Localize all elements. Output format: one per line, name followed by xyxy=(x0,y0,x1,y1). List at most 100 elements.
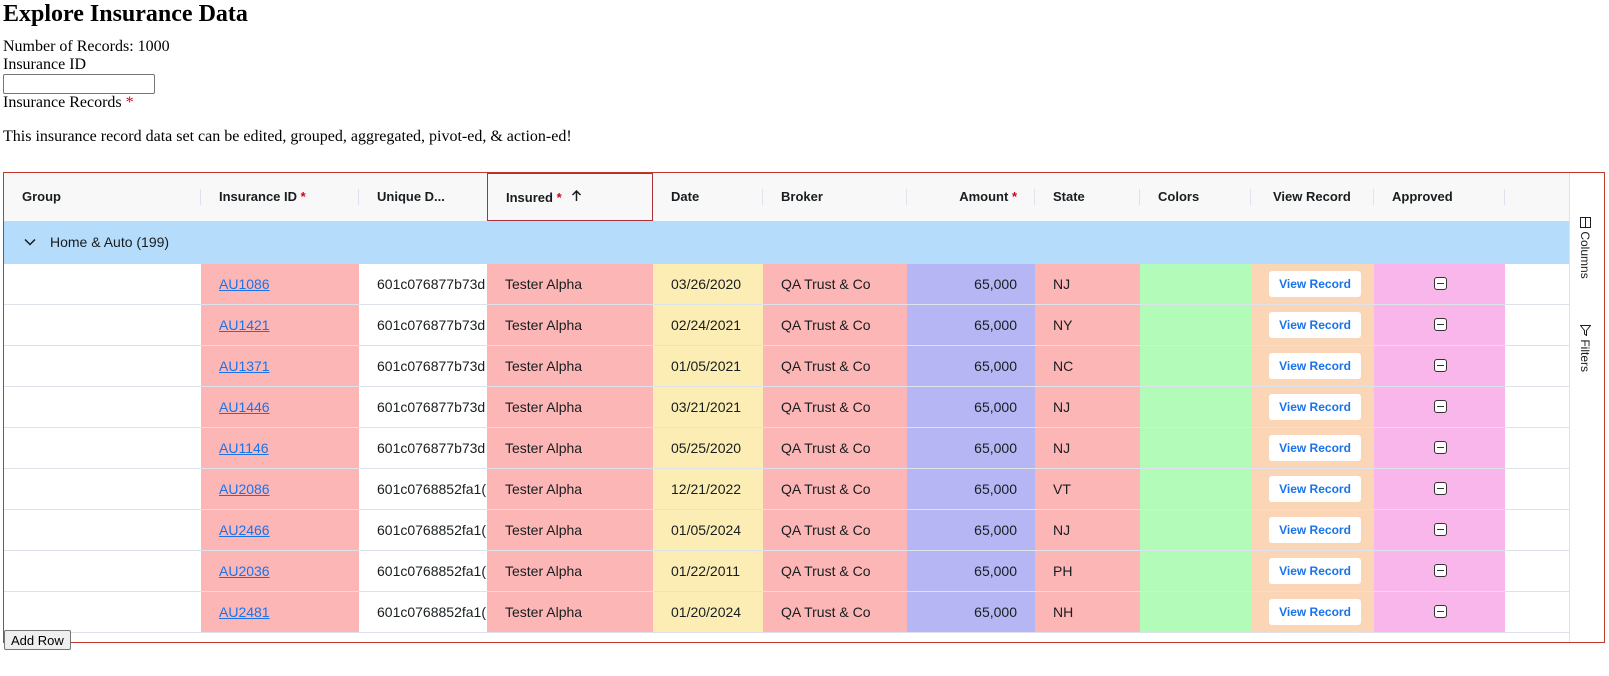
amount-cell[interactable]: 65,000 xyxy=(907,387,1035,427)
unique-id-cell[interactable]: 601c0768852fa1( xyxy=(359,469,487,509)
column-header-colors[interactable]: Colors xyxy=(1140,173,1251,221)
view-record-button[interactable]: View Record xyxy=(1269,353,1361,379)
insured-cell[interactable]: Tester Alpha xyxy=(487,305,653,345)
column-header-approved[interactable]: Approved xyxy=(1374,173,1505,221)
unique-id-cell[interactable]: 601c0768852fa1( xyxy=(359,551,487,591)
state-cell[interactable]: VT xyxy=(1035,469,1140,509)
table-row[interactable]: AU2466 601c0768852fa1(Tester Alpha 01/05/2… xyxy=(4,510,1570,551)
column-header-insurance-id[interactable]: Insurance ID * xyxy=(201,173,359,221)
view-record-button[interactable]: View Record xyxy=(1269,435,1361,461)
table-row[interactable]: AU2036 601c0768852fa1(Tester Alpha 01/22/2… xyxy=(4,551,1570,592)
insurance-id-link[interactable]: AU1371 xyxy=(219,358,270,374)
table-row[interactable]: AU1446 601c076877b73d Tester Alpha 03/21/20… xyxy=(4,387,1570,428)
date-cell[interactable]: 02/24/2021 xyxy=(653,305,763,345)
add-row-button[interactable]: Add Row xyxy=(4,630,71,650)
broker-cell[interactable]: QA Trust & Co xyxy=(763,428,907,468)
state-cell[interactable]: NJ xyxy=(1035,428,1140,468)
insured-cell[interactable]: Tester Alpha xyxy=(487,346,653,386)
column-header-group[interactable]: Group xyxy=(4,173,201,221)
broker-cell[interactable]: QA Trust & Co xyxy=(763,510,907,550)
broker-cell[interactable]: QA Trust & Co xyxy=(763,469,907,509)
unique-id-cell[interactable]: 601c076877b73d xyxy=(359,305,487,345)
broker-cell[interactable]: QA Trust & Co xyxy=(763,592,907,632)
date-cell[interactable]: 01/20/2024 xyxy=(653,592,763,632)
column-header-state[interactable]: State xyxy=(1035,173,1140,221)
unique-id-cell[interactable]: 601c0768852fa1( xyxy=(359,592,487,632)
insured-cell[interactable]: Tester Alpha xyxy=(487,469,653,509)
amount-cell[interactable]: 65,000 xyxy=(907,551,1035,591)
view-record-button[interactable]: View Record xyxy=(1269,312,1361,338)
indeterminate-checkbox-icon[interactable] xyxy=(1434,277,1447,290)
view-record-button[interactable]: View Record xyxy=(1269,476,1361,502)
table-row[interactable]: AU2481 601c0768852fa1(Tester Alpha 01/20/2… xyxy=(4,592,1570,633)
broker-cell[interactable]: QA Trust & Co xyxy=(763,264,907,304)
amount-cell[interactable]: 65,000 xyxy=(907,510,1035,550)
table-row[interactable]: AU1086 601c076877b73d Tester Alpha 03/26/20… xyxy=(4,264,1570,305)
indeterminate-checkbox-icon[interactable] xyxy=(1434,359,1447,372)
column-header-view-record[interactable]: View Record xyxy=(1251,173,1374,221)
indeterminate-checkbox-icon[interactable] xyxy=(1434,605,1447,618)
date-cell[interactable]: 12/21/2022 xyxy=(653,469,763,509)
amount-cell[interactable]: 65,000 xyxy=(907,264,1035,304)
view-record-button[interactable]: View Record xyxy=(1269,271,1361,297)
columns-panel-toggle[interactable]: Columns xyxy=(1578,217,1592,279)
table-row[interactable]: AU1371 601c076877b73d Tester Alpha 01/05/20… xyxy=(4,346,1570,387)
table-row[interactable]: AU1421 601c076877b73d Tester Alpha 02/24/20… xyxy=(4,305,1570,346)
insurance-id-link[interactable]: AU1446 xyxy=(219,399,270,415)
amount-cell[interactable]: 65,000 xyxy=(907,305,1035,345)
date-cell[interactable]: 01/05/2024 xyxy=(653,510,763,550)
insurance-id-input[interactable] xyxy=(3,74,155,94)
unique-id-cell[interactable]: 601c076877b73d xyxy=(359,387,487,427)
group-row[interactable]: Home & Auto (199) xyxy=(4,221,1570,264)
insurance-id-link[interactable]: AU2466 xyxy=(219,522,270,538)
insured-cell[interactable]: Tester Alpha xyxy=(487,551,653,591)
broker-cell[interactable]: QA Trust & Co xyxy=(763,346,907,386)
indeterminate-checkbox-icon[interactable] xyxy=(1434,523,1447,536)
insured-cell[interactable]: Tester Alpha xyxy=(487,510,653,550)
insurance-id-link[interactable]: AU1086 xyxy=(219,276,270,292)
view-record-button[interactable]: View Record xyxy=(1269,599,1361,625)
insured-cell[interactable]: Tester Alpha xyxy=(487,592,653,632)
indeterminate-checkbox-icon[interactable] xyxy=(1434,318,1447,331)
unique-id-cell[interactable]: 601c076877b73d xyxy=(359,428,487,468)
unique-id-cell[interactable]: 601c076877b73d xyxy=(359,264,487,304)
view-record-button[interactable]: View Record xyxy=(1269,558,1361,584)
indeterminate-checkbox-icon[interactable] xyxy=(1434,441,1447,454)
filters-panel-toggle[interactable]: Filters xyxy=(1578,325,1592,372)
broker-cell[interactable]: QA Trust & Co xyxy=(763,305,907,345)
view-record-button[interactable]: View Record xyxy=(1269,394,1361,420)
chevron-down-icon[interactable] xyxy=(24,221,36,264)
date-cell[interactable]: 03/21/2021 xyxy=(653,387,763,427)
broker-cell[interactable]: QA Trust & Co xyxy=(763,387,907,427)
insurance-id-link[interactable]: AU2036 xyxy=(219,563,270,579)
date-cell[interactable]: 03/26/2020 xyxy=(653,264,763,304)
state-cell[interactable]: NJ xyxy=(1035,387,1140,427)
column-header-unique-d[interactable]: Unique D... xyxy=(359,173,487,221)
insured-cell[interactable]: Tester Alpha xyxy=(487,428,653,468)
insurance-id-link[interactable]: AU2481 xyxy=(219,604,270,620)
column-header-amount[interactable]: Amount * xyxy=(907,173,1035,221)
date-cell[interactable]: 01/05/2021 xyxy=(653,346,763,386)
table-row[interactable]: AU2086 601c0768852fa1(Tester Alpha 12/21/2… xyxy=(4,469,1570,510)
column-header-date[interactable]: Date xyxy=(653,173,763,221)
date-cell[interactable]: 05/25/2020 xyxy=(653,428,763,468)
indeterminate-checkbox-icon[interactable] xyxy=(1434,400,1447,413)
amount-cell[interactable]: 65,000 xyxy=(907,428,1035,468)
unique-id-cell[interactable]: 601c076877b73d xyxy=(359,346,487,386)
state-cell[interactable]: PH xyxy=(1035,551,1140,591)
state-cell[interactable]: NJ xyxy=(1035,264,1140,304)
view-record-button[interactable]: View Record xyxy=(1269,517,1361,543)
table-row[interactable]: AU1146 601c076877b73d Tester Alpha 05/25/20… xyxy=(4,428,1570,469)
state-cell[interactable]: NJ xyxy=(1035,510,1140,550)
unique-id-cell[interactable]: 601c0768852fa1( xyxy=(359,510,487,550)
date-cell[interactable]: 01/22/2011 xyxy=(653,551,763,591)
state-cell[interactable]: NH xyxy=(1035,592,1140,632)
state-cell[interactable]: NC xyxy=(1035,346,1140,386)
amount-cell[interactable]: 65,000 xyxy=(907,346,1035,386)
broker-cell[interactable]: QA Trust & Co xyxy=(763,551,907,591)
state-cell[interactable]: NY xyxy=(1035,305,1140,345)
indeterminate-checkbox-icon[interactable] xyxy=(1434,564,1447,577)
insured-cell[interactable]: Tester Alpha xyxy=(487,264,653,304)
insurance-id-link[interactable]: AU1421 xyxy=(219,317,270,333)
amount-cell[interactable]: 65,000 xyxy=(907,469,1035,509)
